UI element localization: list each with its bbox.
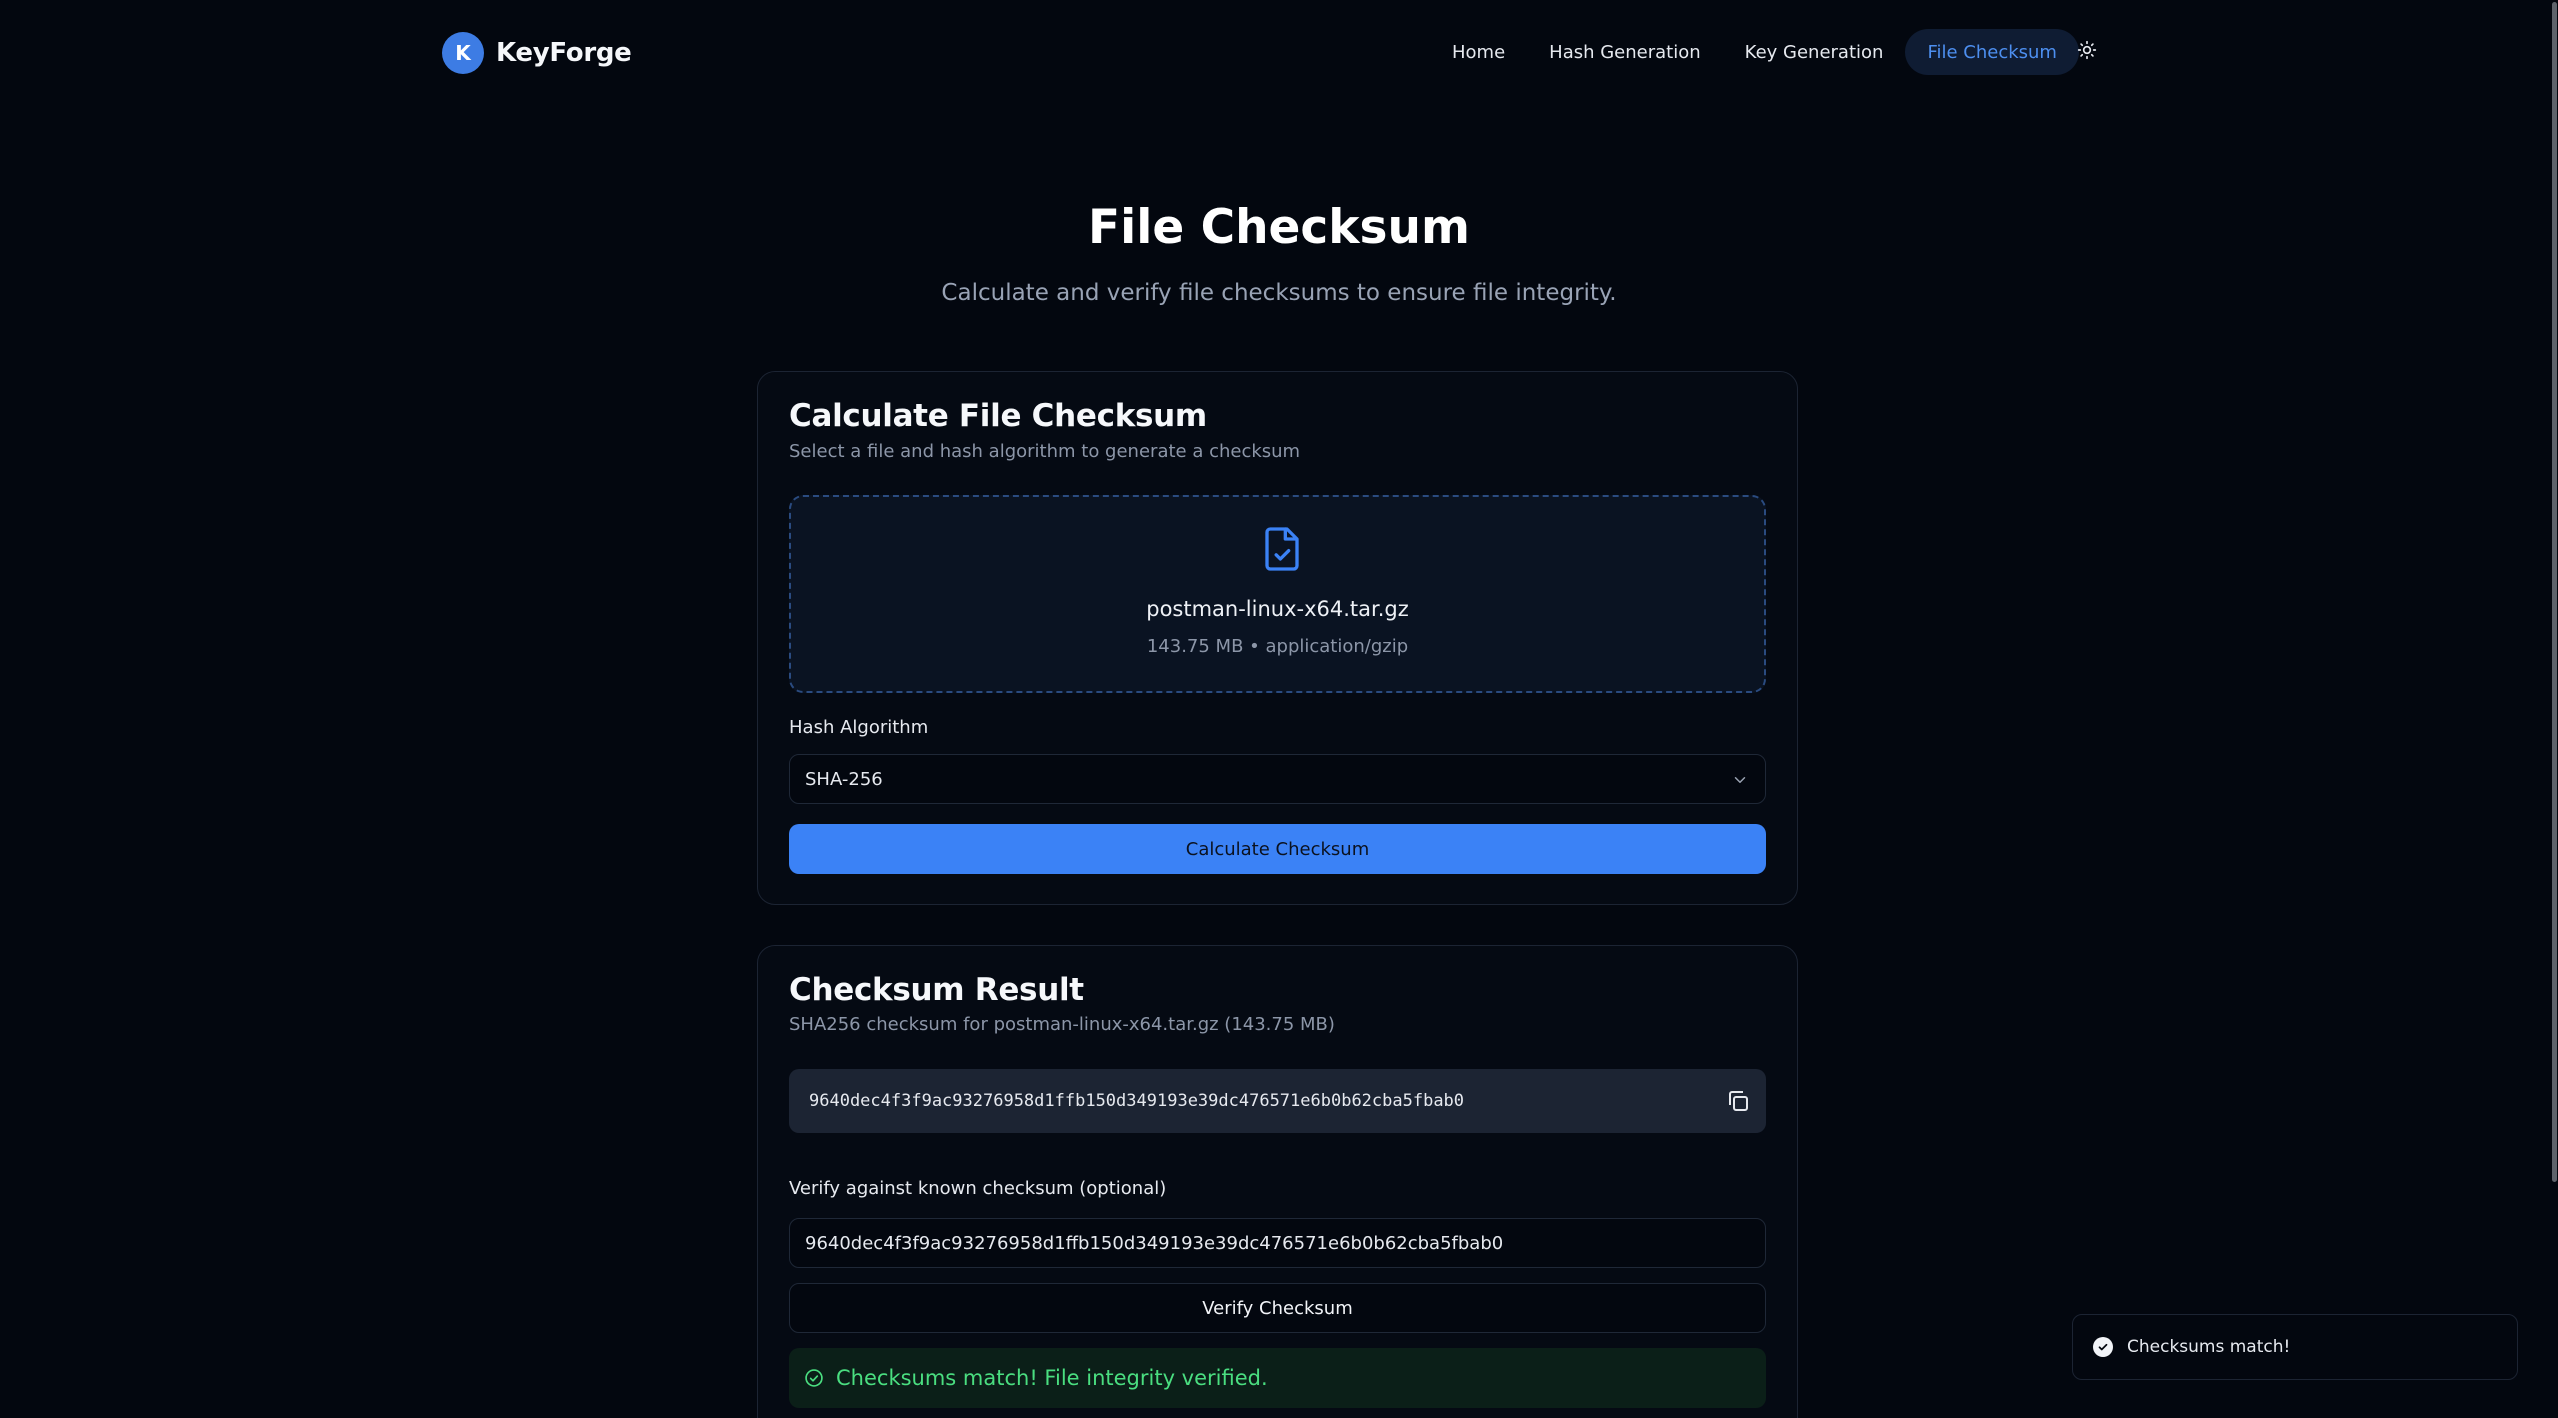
nav-hash-generation[interactable]: Hash Generation (1527, 29, 1723, 75)
checksum-output[interactable]: 9640dec4f3f9ac93276958d1ffb150d349193e39… (789, 1069, 1766, 1133)
top-nav: Home Hash Generation Key Generation File… (1430, 29, 2079, 75)
verify-label: Verify against known checksum (optional) (789, 1178, 1167, 1199)
brand-logo: K (442, 32, 484, 74)
file-name: postman-linux-x64.tar.gz (1146, 597, 1409, 621)
algorithm-label: Hash Algorithm (789, 717, 929, 738)
result-card-title: Checksum Result (789, 972, 1084, 1008)
theme-toggle-button[interactable] (2072, 32, 2102, 68)
sun-icon (2077, 40, 2097, 60)
calculate-card: Calculate File Checksum Select a file an… (757, 371, 1798, 905)
toast-message: Checksums match! (2127, 1337, 2291, 1357)
brand-name: KeyForge (496, 38, 632, 68)
page: K KeyForge Home Hash Generation Key Gene… (0, 0, 2558, 1418)
calculate-card-title: Calculate File Checksum (789, 398, 1207, 434)
nav-key-generation[interactable]: Key Generation (1723, 29, 1906, 75)
algorithm-select[interactable]: SHA-256 (789, 754, 1766, 804)
verification-success-alert: Checksums match! File integrity verified… (789, 1348, 1766, 1408)
result-card-description: SHA256 checksum for postman-linux-x64.ta… (789, 1014, 1335, 1035)
check-circle-icon (805, 1369, 823, 1387)
verify-checksum-value: 9640dec4f3f9ac93276958d1ffb150d349193e39… (805, 1232, 1504, 1254)
page-scrollbar[interactable] (2551, 0, 2558, 1418)
brand[interactable]: K KeyForge (442, 32, 632, 74)
page-title: File Checksum (1088, 200, 1470, 255)
page-subtitle: Calculate and verify file checksums to e… (941, 280, 1617, 306)
result-card: Checksum Result SHA256 checksum for post… (757, 945, 1798, 1418)
calculate-checksum-button[interactable]: Calculate Checksum (789, 824, 1766, 874)
calculate-card-description: Select a file and hash algorithm to gene… (789, 441, 1301, 462)
toast-notification: Checksums match! (2072, 1314, 2518, 1380)
checksum-value: 9640dec4f3f9ac93276958d1ffb150d349193e39… (809, 1091, 1465, 1111)
algorithm-select-value: SHA-256 (805, 768, 883, 790)
file-meta: 143.75 MB • application/gzip (1146, 636, 1409, 657)
success-message: Checksums match! File integrity verified… (836, 1366, 1268, 1390)
scrollbar-thumb[interactable] (2552, 2, 2557, 1182)
verify-checksum-input[interactable]: 9640dec4f3f9ac93276958d1ffb150d349193e39… (789, 1218, 1766, 1268)
copy-icon[interactable] (1726, 1089, 1750, 1113)
verify-checksum-button[interactable]: Verify Checksum (789, 1283, 1766, 1333)
check-circle-icon (2093, 1337, 2113, 1357)
file-check-icon (1265, 527, 1299, 571)
nav-home[interactable]: Home (1430, 29, 1527, 75)
file-dropzone[interactable]: postman-linux-x64.tar.gz 143.75 MB • app… (789, 495, 1766, 693)
chevron-down-icon (1734, 777, 1746, 783)
nav-file-checksum[interactable]: File Checksum (1905, 29, 2079, 75)
